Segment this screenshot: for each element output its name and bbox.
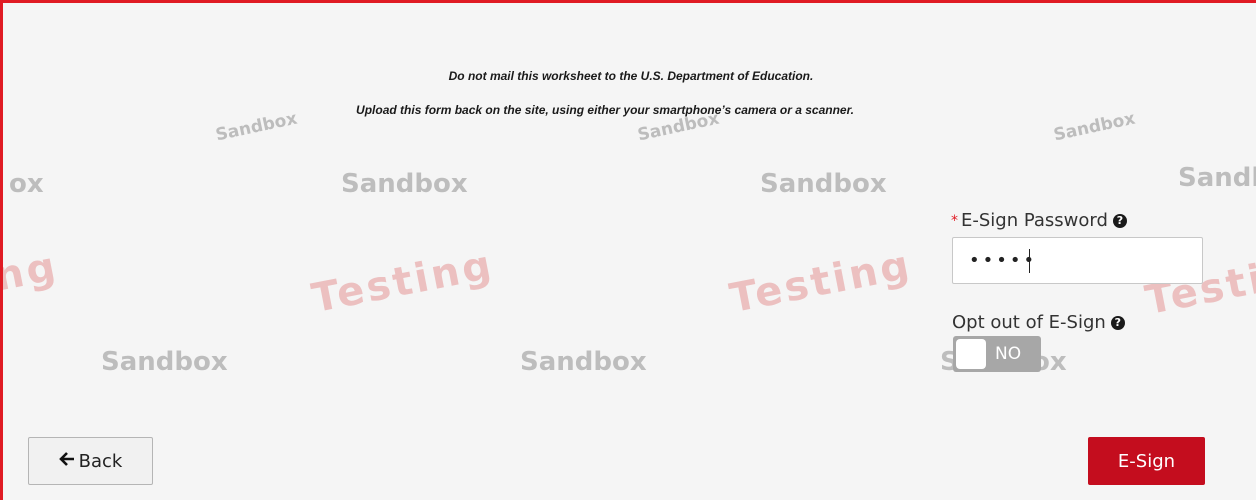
watermark-sandbox-fragment: Sandb (1178, 163, 1256, 193)
esign-password-label: * E-Sign Password ? (951, 210, 1127, 231)
watermark-testing: Testing (726, 241, 916, 323)
question-circle-icon[interactable]: ? (1110, 315, 1125, 330)
watermark-sandbox: Sandbox (101, 347, 228, 377)
watermark-sandbox-fragment: ox (9, 169, 44, 199)
arrow-left-icon (58, 451, 75, 472)
text-caret (1029, 249, 1030, 273)
toggle-state-label: NO (995, 344, 1022, 364)
esign-button[interactable]: E-Sign (1088, 437, 1205, 485)
notice-upload-form: Upload this form back on the site, using… (356, 103, 854, 117)
question-circle-icon[interactable]: ? (1112, 213, 1127, 228)
opt-out-label: Opt out of E-Sign ? (952, 312, 1125, 333)
toggle-knob[interactable] (956, 339, 986, 369)
opt-out-label-text: Opt out of E-Sign (952, 312, 1106, 333)
watermark-testing-fragment: ng (0, 243, 62, 301)
back-button[interactable]: Back (28, 437, 153, 485)
esign-password-input[interactable] (952, 237, 1203, 284)
notice-do-not-mail: Do not mail this worksheet to the U.S. D… (448, 69, 814, 83)
watermark-testing: Testing (308, 241, 498, 323)
watermark-sandbox: Sandbox (760, 169, 887, 199)
form-frame: Sandbox Sandbox Sandbox ox Sandbox Sandb… (0, 0, 1256, 500)
required-mark: * (951, 212, 958, 229)
opt-out-toggle[interactable]: NO (953, 336, 1041, 372)
back-button-label: Back (78, 450, 123, 472)
watermark-sandbox: Sandbox (341, 169, 468, 199)
esign-password-label-text: E-Sign Password (961, 210, 1108, 231)
watermark-sandbox: Sandbox (520, 347, 647, 377)
